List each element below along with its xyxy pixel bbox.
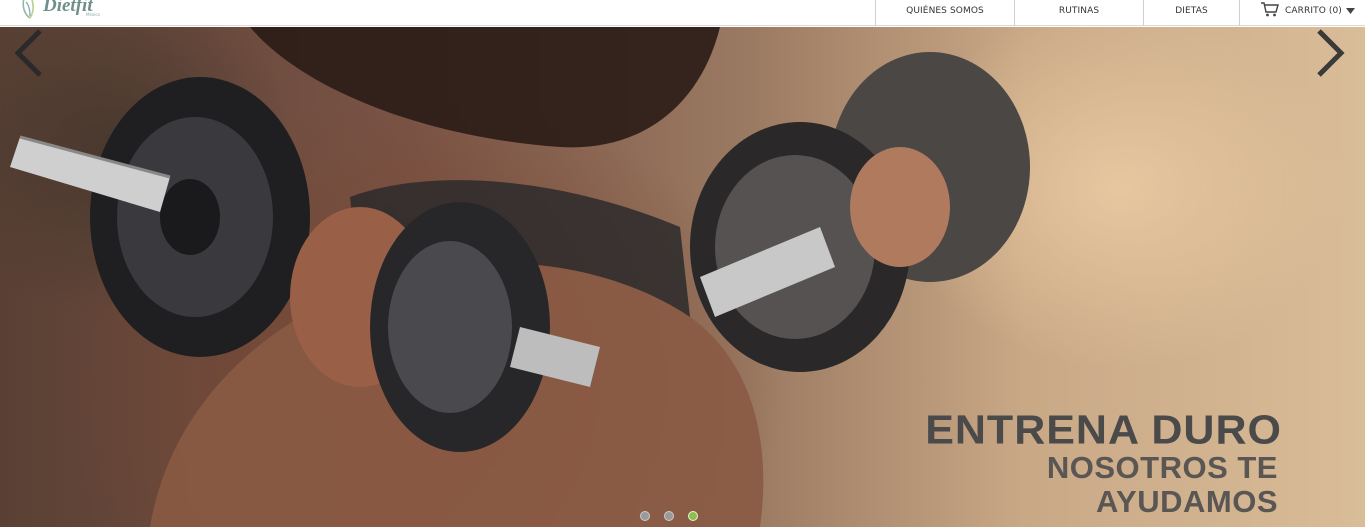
- carousel-dot-2[interactable]: [664, 511, 674, 521]
- nav-item-dietas[interactable]: DIETAS: [1143, 0, 1239, 26]
- nav-item-rutinas[interactable]: RUTINAS: [1014, 0, 1143, 26]
- hero-title: ENTRENA DURO: [925, 407, 1282, 453]
- leaf-logo-icon: [22, 0, 34, 19]
- nav-item-quienes-somos[interactable]: QUIÉNES SOMOS: [875, 0, 1014, 26]
- top-navigation-bar: Dietfit México QUIÉNES SOMOS RUTINAS DIE…: [0, 0, 1365, 26]
- previous-slide-arrow-icon[interactable]: [12, 27, 46, 79]
- hero-carousel: ENTRENA DURO NOSOTROS TE AYUDAMOS: [0, 27, 1365, 527]
- cart-button[interactable]: CARRITO (0): [1239, 0, 1365, 26]
- hero-subtitle: NOSOTROS TE AYUDAMOS: [1046, 450, 1278, 519]
- nav-item-label: DIETAS: [1175, 6, 1208, 16]
- logo-subtext: México: [86, 12, 100, 17]
- carousel-indicators: [640, 511, 698, 521]
- cart-icon: [1261, 2, 1279, 17]
- chevron-down-icon: [1345, 8, 1355, 14]
- cart-label: CARRITO (0): [1285, 6, 1342, 16]
- next-slide-arrow-icon[interactable]: [1313, 27, 1347, 79]
- carousel-dot-1[interactable]: [640, 511, 650, 521]
- nav-item-label: RUTINAS: [1058, 6, 1100, 16]
- carousel-dot-3[interactable]: [688, 511, 698, 521]
- main-nav: QUIÉNES SOMOS RUTINAS DIETAS CARRITO (0): [875, 0, 1365, 26]
- dietfit-logo[interactable]: Dietfit México: [20, 0, 100, 20]
- nav-item-label: QUIÉNES SOMOS: [906, 6, 984, 16]
